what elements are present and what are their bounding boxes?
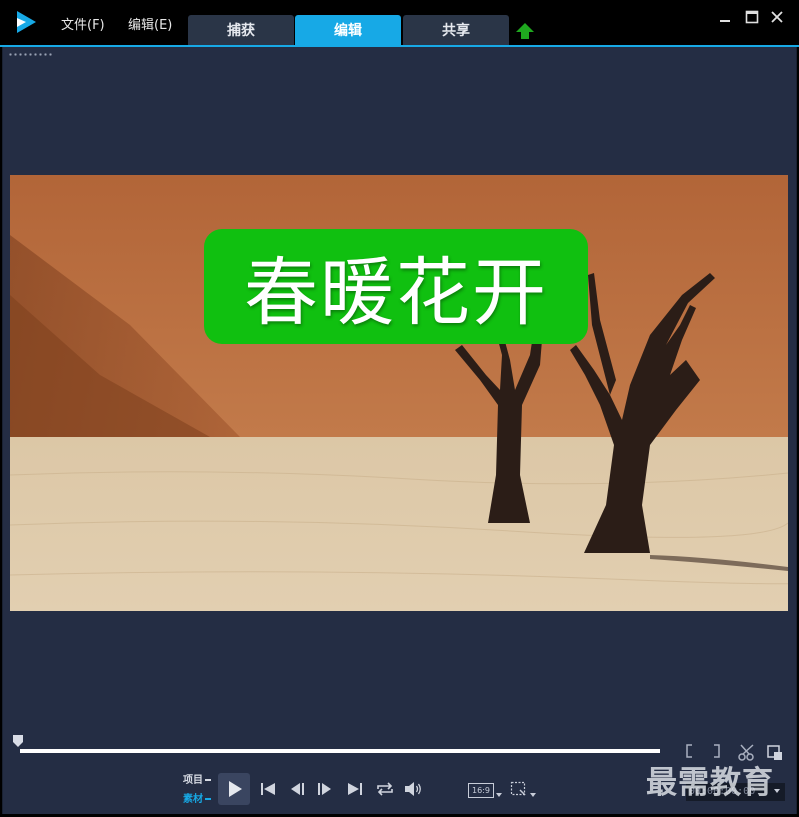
mode-project[interactable]: 项目 [183, 771, 211, 786]
title-overlay-text: 春暖花开 [244, 250, 548, 336]
tab-capture[interactable]: 捕获 [188, 15, 294, 45]
aspect-ratio-button[interactable]: 16:9 [468, 783, 494, 798]
go-to-start-icon[interactable] [259, 780, 277, 798]
title-bar: 文件(F) 编辑(E) 捕获 编辑 共享 [0, 0, 799, 46]
play-button[interactable] [218, 773, 250, 805]
repeat-icon[interactable] [375, 780, 395, 798]
panel-grip-handle[interactable] [8, 53, 54, 56]
upload-icon[interactable] [515, 22, 535, 42]
timecode-dropdown-icon[interactable] [774, 789, 780, 793]
tab-share[interactable]: 共享 [403, 15, 509, 45]
previous-frame-icon[interactable] [289, 780, 307, 798]
mode-clip-label: 素材 [183, 794, 203, 805]
app-logo-icon [17, 11, 36, 33]
menu-edit[interactable]: 编辑(E) [128, 14, 172, 33]
safe-area-dropdown-icon[interactable] [530, 793, 536, 797]
aspect-ratio-dropdown-icon[interactable] [496, 793, 502, 797]
close-icon[interactable] [768, 8, 786, 26]
go-to-end-icon[interactable] [346, 780, 364, 798]
play-icon [229, 781, 242, 797]
minimize-icon[interactable] [716, 8, 734, 26]
next-frame-icon[interactable] [315, 780, 333, 798]
watermark-text: 最需教育 [646, 765, 774, 801]
mode-clip[interactable]: 素材 [183, 790, 211, 805]
tab-edit[interactable]: 编辑 [295, 15, 401, 45]
volume-icon[interactable] [403, 780, 423, 798]
mode-project-label: 项目 [183, 775, 203, 786]
safe-area-icon[interactable] [510, 781, 528, 797]
maximize-icon[interactable] [743, 8, 761, 26]
menu-file[interactable]: 文件(F) [61, 14, 105, 33]
trim-bracket-icon[interactable] [686, 744, 720, 758]
scrubber-handle[interactable] [12, 734, 24, 748]
title-overlay[interactable]: 春暖花开 [204, 229, 588, 344]
timeline-scrubber[interactable] [20, 749, 660, 753]
